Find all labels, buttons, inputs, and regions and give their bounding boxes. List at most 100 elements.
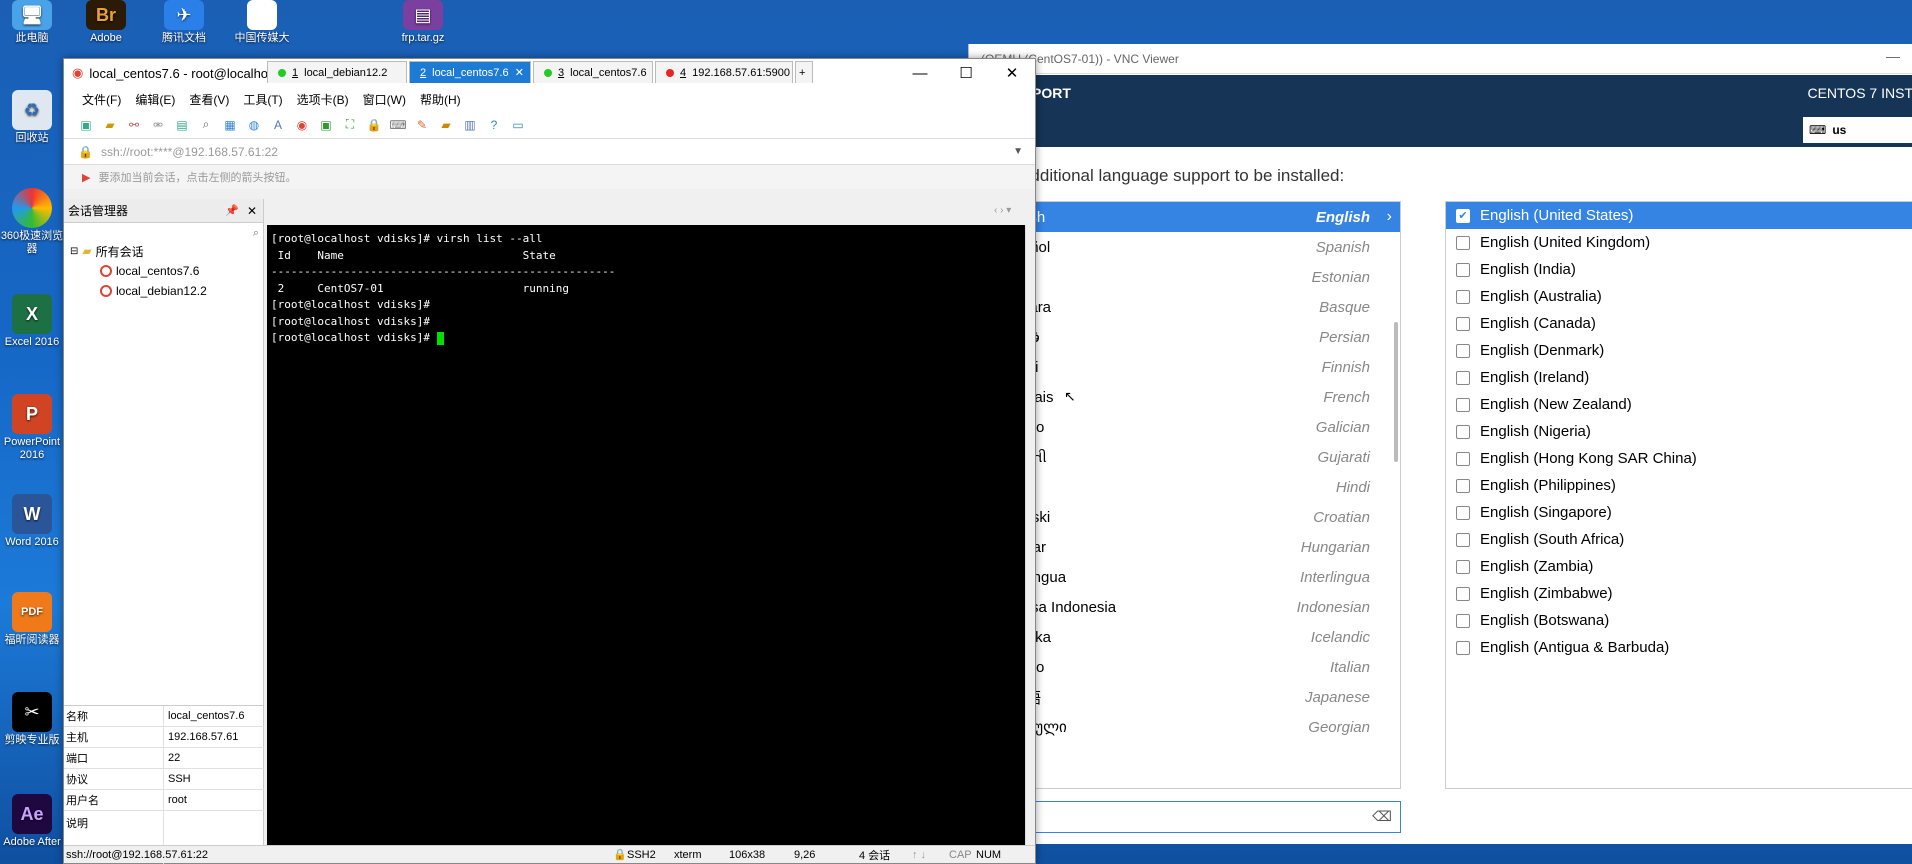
bookmark-icon[interactable]: ▶ — [82, 171, 90, 184]
locale-checkbox[interactable] — [1456, 559, 1470, 574]
desktop-icon-this-pc[interactable]: 🖥 此电脑 — [0, 0, 64, 45]
locale-checkbox[interactable] — [1456, 370, 1470, 385]
locale-checkbox[interactable] — [1456, 478, 1470, 493]
connect-icon[interactable]: ⚯ — [126, 117, 142, 133]
desktop-icon-foxit[interactable]: PDF 福昕阅读器 — [0, 592, 64, 647]
session-item[interactable]: local_centos7.6 — [70, 261, 263, 281]
locale-row[interactable]: English (Nigeria) — [1446, 418, 1912, 445]
locale-list[interactable]: ✔ English (United States) English (United… — [1445, 201, 1912, 789]
locale-checkbox[interactable] — [1456, 262, 1470, 277]
locale-checkbox[interactable] — [1456, 424, 1470, 439]
session-search-icon[interactable]: ⌕ — [253, 227, 259, 240]
keyboard-layout-indicator[interactable]: ⌨ us — [1803, 117, 1912, 143]
tab-local-debian[interactable]: 1 local_debian12.2 — [267, 61, 407, 83]
collapse-icon[interactable]: ⊟ — [70, 246, 78, 257]
locale-row[interactable]: English (Singapore) — [1446, 499, 1912, 526]
chat-icon[interactable]: ▭ — [510, 117, 526, 133]
layout-icon[interactable]: ▦ — [222, 117, 238, 133]
properties-icon[interactable]: ▤ — [174, 117, 190, 133]
desktop-icon-360-browser[interactable]: 360极速浏览器 — [0, 188, 64, 256]
menu-view[interactable]: 查看(V) — [189, 91, 229, 108]
locale-row[interactable]: English (Hong Kong SAR China) — [1446, 445, 1912, 472]
locale-row[interactable]: English (South Africa) — [1446, 526, 1912, 553]
terminal-scrollbar[interactable] — [1025, 225, 1035, 845]
desktop-icon-tencent-docs[interactable]: ✈ 腾讯文档 — [152, 0, 216, 45]
locale-checkbox[interactable] — [1456, 235, 1470, 250]
locale-checkbox[interactable] — [1456, 451, 1470, 466]
menu-tabs[interactable]: 选项卡(B) — [297, 91, 349, 108]
tab-vnc[interactable]: 4 192.168.57.61:5900 — [655, 61, 793, 83]
locale-row[interactable]: ✔ English (United States) — [1446, 202, 1912, 229]
disconnect-icon[interactable]: ⚮ — [150, 117, 166, 133]
xftp-transfer-icon[interactable]: ▣ — [318, 117, 334, 133]
xftp-icon[interactable]: ◉ — [294, 117, 310, 133]
locale-checkbox[interactable] — [1456, 640, 1470, 655]
locale-row[interactable]: English (Antigua & Barbuda) — [1446, 634, 1912, 661]
tab-scroll-arrows-icon[interactable]: ‹ › ▾ — [994, 205, 1011, 216]
language-list-scrollbar[interactable] — [1394, 322, 1398, 462]
menu-window[interactable]: 窗口(W) — [363, 91, 406, 108]
locale-checkbox[interactable] — [1456, 532, 1470, 547]
keyboard-icon[interactable]: ⌨ — [389, 117, 406, 133]
desktop-icon-powerpoint[interactable]: P PowerPoint 2016 — [0, 394, 64, 462]
locale-row[interactable]: English (India) — [1446, 256, 1912, 283]
locale-checkbox[interactable] — [1456, 343, 1470, 358]
locale-row[interactable]: English (Ireland) — [1446, 364, 1912, 391]
tree-root[interactable]: ⊟ ▰ 所有会话 — [70, 241, 263, 261]
menu-tools[interactable]: 工具(T) — [243, 91, 282, 108]
address-bar[interactable]: 🔒 ssh://root:****@192.168.57.61:22 ▼ — [64, 139, 1035, 165]
locale-row[interactable]: English (Denmark) — [1446, 337, 1912, 364]
locale-row[interactable]: English (Australia) — [1446, 283, 1912, 310]
desktop-icon-frp[interactable]: ▤ frp.tar.gz — [388, 0, 458, 45]
locale-row[interactable]: English (New Zealand) — [1446, 391, 1912, 418]
nav-arrows-icon[interactable]: ↑ ↓ — [912, 849, 926, 861]
minimize-icon[interactable]: — — [897, 59, 943, 87]
locale-row[interactable]: English (Canada) — [1446, 310, 1912, 337]
pin-icon[interactable]: 📌 — [225, 204, 239, 217]
locale-checkbox[interactable] — [1456, 505, 1470, 520]
tab-local-centos-active[interactable]: 2 local_centos7.6 ✕ — [409, 61, 531, 83]
help-icon[interactable]: ? — [486, 117, 502, 133]
locale-checkbox[interactable] — [1456, 613, 1470, 628]
locale-row[interactable]: English (Philippines) — [1446, 472, 1912, 499]
locale-row[interactable]: English (Botswana) — [1446, 607, 1912, 634]
minimize-icon[interactable]: — — [1886, 48, 1900, 64]
locale-row[interactable]: English (United Kingdom) — [1446, 229, 1912, 256]
globe-icon[interactable]: ◍ — [246, 117, 262, 133]
close-tab-icon[interactable]: ✕ — [515, 66, 524, 79]
locale-row[interactable]: English (Zambia) — [1446, 553, 1912, 580]
close-icon[interactable]: ✕ — [247, 204, 257, 218]
desktop-icon-capcut[interactable]: ✂ 剪映专业版 — [0, 692, 64, 747]
locale-checkbox[interactable] — [1456, 289, 1470, 304]
vnc-titlebar[interactable]: (QEMU (CentOS7-01)) - VNC Viewer — [969, 44, 1912, 74]
maximize-icon[interactable]: ☐ — [943, 59, 989, 87]
open-folder-icon[interactable]: ▰ — [102, 117, 118, 133]
lock-icon[interactable]: 🔒 — [366, 117, 382, 133]
desktop-icon-cuc[interactable]: 中国传媒大 — [230, 0, 294, 45]
clear-icon[interactable]: ⌫ — [1372, 808, 1392, 825]
fullscreen-icon[interactable]: ⛶ — [342, 117, 358, 133]
locale-row[interactable]: English (Zimbabwe) — [1446, 580, 1912, 607]
locale-checkbox[interactable] — [1456, 316, 1470, 331]
tile-icon[interactable]: ▥ — [462, 117, 478, 133]
new-session-icon[interactable]: ▣ — [78, 117, 94, 133]
desktop-icon-recycle-bin[interactable]: ♻ 回收站 — [0, 90, 64, 145]
new-tab-button[interactable]: + — [795, 61, 813, 83]
chevron-down-icon[interactable]: ▼ — [1013, 146, 1023, 157]
desktop-icon-adobe-bridge[interactable]: Br Adobe — [74, 0, 138, 45]
locale-checkbox[interactable] — [1456, 586, 1470, 601]
session-item[interactable]: local_debian12.2 — [70, 281, 263, 301]
locale-checkbox[interactable] — [1456, 397, 1470, 412]
menu-edit[interactable]: 编辑(E) — [135, 91, 175, 108]
locale-checkbox[interactable]: ✔ — [1456, 208, 1470, 223]
highlight-icon[interactable]: ✎ — [414, 117, 430, 133]
menu-help[interactable]: 帮助(H) — [420, 91, 461, 108]
desktop-icon-word[interactable]: W Word 2016 — [0, 494, 64, 549]
desktop-icon-excel[interactable]: X Excel 2016 — [0, 294, 64, 349]
search-icon[interactable]: ⌕ — [198, 117, 214, 133]
desktop-icon-after-effects[interactable]: Ae Adobe After — [0, 794, 64, 849]
menu-file[interactable]: 文件(F) — [82, 91, 121, 108]
script-icon[interactable]: ▰ — [438, 117, 454, 133]
close-icon[interactable]: ✕ — [989, 59, 1035, 87]
terminal[interactable]: [root@localhost vdisks]# virsh list --al… — [267, 225, 1025, 845]
